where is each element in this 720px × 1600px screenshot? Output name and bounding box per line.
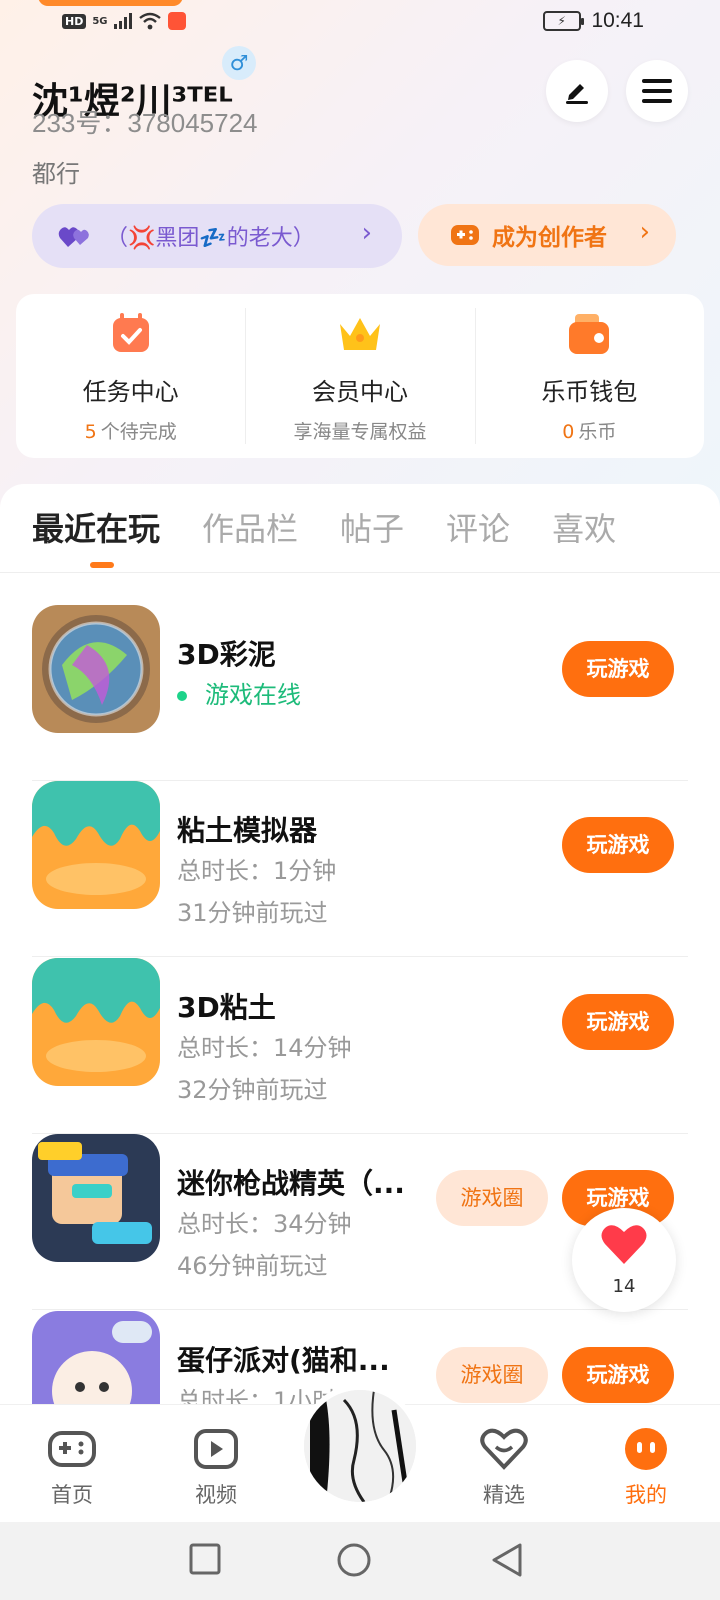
- calendar-check-icon: [112, 313, 149, 352]
- back-icon[interactable]: [490, 1542, 524, 1578]
- last-played: 31分钟前玩过: [177, 899, 328, 927]
- video-icon: [194, 1429, 238, 1469]
- game-circle-button[interactable]: 游戏圈: [436, 1347, 548, 1403]
- divider: [32, 1309, 688, 1310]
- tab-recent[interactable]: 最近在玩: [32, 504, 160, 550]
- list-item[interactable]: 3D粘土 总时长：14分钟 32分钟前玩过 玩游戏: [32, 958, 688, 1134]
- task-center-card[interactable]: 任务中心 5 个待完成: [16, 294, 245, 458]
- game-icon: [32, 958, 160, 1086]
- smile-icon: [625, 1428, 667, 1470]
- online-dot-icon: [177, 691, 187, 701]
- play-game-button[interactable]: 玩游戏: [562, 641, 674, 697]
- wallet-icon: [569, 314, 610, 354]
- play-game-button[interactable]: 玩游戏: [562, 994, 674, 1050]
- like-count: 14: [612, 1276, 636, 1297]
- nav-label: 首页: [51, 1483, 93, 1507]
- edit-profile-button[interactable]: [546, 60, 608, 122]
- like-float-button[interactable]: 14: [572, 1208, 676, 1312]
- nav-featured[interactable]: 精选: [454, 1427, 554, 1509]
- tab-posts[interactable]: 帖子: [340, 504, 404, 550]
- card-subtitle: 个待完成: [100, 421, 177, 443]
- game-circle-button[interactable]: 游戏圈: [436, 1170, 548, 1226]
- game-icon: [32, 1311, 160, 1404]
- battery-icon: ⚡: [543, 11, 585, 31]
- play-duration: 总时长：1小时: [177, 1387, 337, 1404]
- list-item[interactable]: 粘土模拟器 总时长：1分钟 31分钟前玩过 玩游戏: [32, 781, 688, 957]
- game-name: 粘土模拟器: [177, 814, 318, 847]
- nav-video[interactable]: 视频: [166, 1427, 266, 1509]
- avatar[interactable]: [304, 1390, 416, 1502]
- crown-icon: [339, 318, 380, 350]
- card-title: 会员中心: [311, 378, 408, 406]
- wallet-card[interactable]: 乐币钱包 0 乐币: [474, 294, 704, 458]
- game-name: 蛋仔派对(猫和...: [177, 1344, 390, 1377]
- tab-indicator: [90, 562, 114, 568]
- nav-label: 我的: [625, 1483, 667, 1507]
- game-icon: [32, 1134, 160, 1262]
- card-title: 乐币钱包: [541, 378, 638, 406]
- signal-icon: [113, 13, 132, 29]
- member-center-card[interactable]: 会员中心 享海量专属权益: [245, 294, 474, 458]
- wifi-icon: [138, 12, 161, 30]
- tab-likes[interactable]: 喜欢: [552, 504, 616, 550]
- tab-works[interactable]: 作品栏: [202, 504, 298, 550]
- list-item[interactable]: 3D彩泥 游戏在线 玩游戏: [32, 605, 688, 781]
- chevron-right-icon: ›: [361, 218, 372, 248]
- heart-icon: [601, 1225, 647, 1264]
- app-notification-icon: [167, 12, 186, 30]
- gamepad-icon: [48, 1431, 96, 1467]
- card-count: 0: [562, 421, 575, 443]
- fan-badge-text: （💢黑团💤的老大）: [106, 226, 315, 251]
- game-icon: [32, 781, 160, 909]
- status-bar: HD 5G ⚡ 10:41: [0, 0, 720, 48]
- play-duration: 总时长：14分钟: [177, 1034, 352, 1062]
- home-icon[interactable]: [336, 1542, 372, 1578]
- play-duration: 总时长：34分钟: [177, 1210, 352, 1238]
- online-text: 游戏在线: [205, 681, 301, 709]
- nav-mine[interactable]: 我的: [596, 1427, 696, 1509]
- game-name: 迷你枪战精英（...: [177, 1167, 405, 1200]
- clock: 10:41: [591, 9, 644, 32]
- menu-icon: [642, 79, 672, 103]
- card-title: 任务中心: [82, 378, 179, 406]
- double-heart-icon: [58, 227, 89, 247]
- nav-label: 视频: [195, 1483, 237, 1507]
- heart-chat-icon: [480, 1428, 528, 1470]
- play-game-button[interactable]: 玩游戏: [562, 1347, 674, 1403]
- divider: [0, 572, 720, 573]
- nav-home[interactable]: 首页: [22, 1427, 122, 1509]
- nav-label: 精选: [483, 1483, 525, 1507]
- user-bio: 都行: [32, 160, 80, 188]
- feature-cards: 任务中心 5 个待完成 会员中心 享海量专属权益 乐币钱包 0 乐币: [16, 294, 704, 458]
- chevron-right-icon: ›: [639, 217, 650, 247]
- menu-button[interactable]: [626, 60, 688, 122]
- profile-tabs: 最近在玩 作品栏 帖子 评论 喜欢: [32, 504, 658, 550]
- last-played: 32分钟前玩过: [177, 1076, 328, 1104]
- become-creator-label: 成为创作者: [492, 225, 607, 251]
- game-name: 3D粘土: [177, 991, 276, 1024]
- pen-icon: [566, 84, 588, 104]
- card-count: 5: [84, 421, 97, 443]
- play-game-button[interactable]: 玩游戏: [562, 817, 674, 873]
- gamepad-icon: [451, 225, 479, 245]
- fan-badge-pill[interactable]: （💢黑团💤的老大） ›: [32, 204, 402, 268]
- recent-apps-icon[interactable]: [188, 1542, 222, 1576]
- network-type: 5G: [92, 15, 108, 27]
- game-icon: [32, 605, 160, 733]
- system-nav-bar: [0, 1522, 720, 1600]
- card-subtitle: 享海量专属权益: [293, 421, 427, 443]
- card-subtitle: 乐币: [578, 421, 617, 443]
- become-creator-button[interactable]: 成为创作者 ›: [418, 204, 676, 266]
- user-id: 233号：378045724: [32, 108, 258, 138]
- hd-indicator: HD: [62, 13, 87, 29]
- game-name: 3D彩泥: [177, 638, 276, 671]
- play-duration: 总时长：1分钟: [177, 857, 337, 885]
- divider: [32, 956, 688, 957]
- last-played: 46分钟前玩过: [177, 1252, 328, 1280]
- game-status: 游戏在线: [177, 675, 301, 710]
- tab-comments[interactable]: 评论: [446, 504, 510, 550]
